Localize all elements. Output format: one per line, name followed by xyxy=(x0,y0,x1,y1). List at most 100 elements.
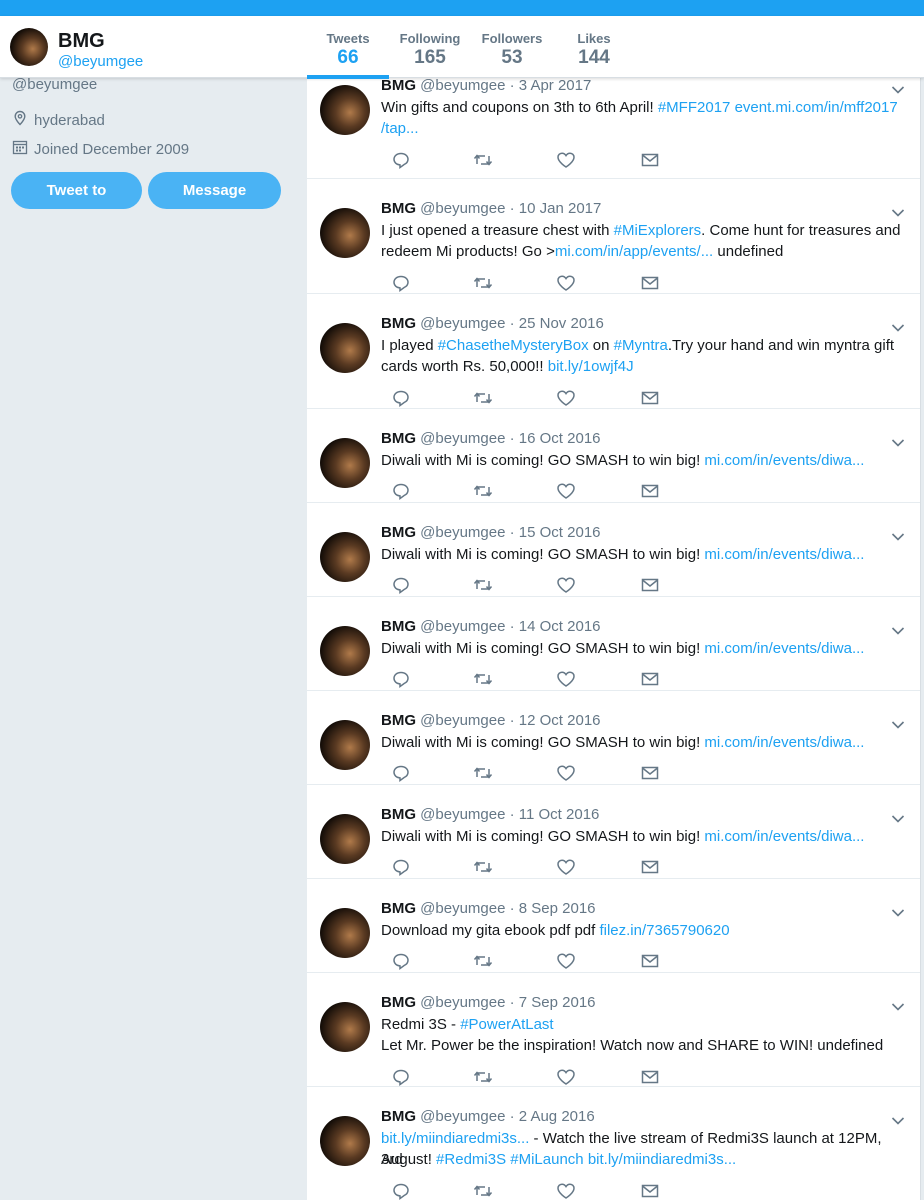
tweet-author-name[interactable]: BMG xyxy=(381,524,416,541)
tweet-meta[interactable]: @beyumgee · 14 Oct 2016 xyxy=(420,618,600,635)
like-icon[interactable] xyxy=(556,764,576,782)
tweet-avatar[interactable] xyxy=(320,720,370,770)
tweet-link[interactable]: #Redmi3S xyxy=(436,1151,506,1168)
chevron-down-icon[interactable] xyxy=(891,320,905,332)
like-icon[interactable] xyxy=(556,482,576,500)
tweet-meta[interactable]: @beyumgee · 2 Aug 2016 xyxy=(420,1108,595,1125)
profile-name[interactable]: BMG xyxy=(58,30,105,53)
tweet-to-button[interactable]: Tweet to xyxy=(11,172,142,209)
tweet-item[interactable]: BMG @beyumgee · 11 Oct 2016 Diwali with M… xyxy=(307,785,920,879)
reply-icon[interactable] xyxy=(391,858,411,876)
tweet-link[interactable]: mi.com/in/app/events/... xyxy=(555,243,713,260)
direct-message-icon[interactable] xyxy=(640,576,660,594)
tab-tweets[interactable]: Tweets 66 xyxy=(307,16,389,79)
tweet-meta[interactable]: @beyumgee · 10 Jan 2017 xyxy=(420,200,601,217)
direct-message-icon[interactable] xyxy=(640,1182,660,1200)
tweet-link[interactable]: #MiLaunch xyxy=(510,1151,583,1168)
tweet-item[interactable]: BMG @beyumgee · 8 Sep 2016 Download my gi… xyxy=(307,879,920,973)
tweet-author-name[interactable]: BMG xyxy=(381,994,416,1011)
profile-handle[interactable]: @beyumgee xyxy=(58,53,143,70)
chevron-down-icon[interactable] xyxy=(891,435,905,447)
tweet-author-name[interactable]: BMG xyxy=(381,900,416,917)
tweet-author-name[interactable]: BMG xyxy=(381,430,416,447)
tweet-meta[interactable]: @beyumgee · 8 Sep 2016 xyxy=(420,900,595,917)
message-button[interactable]: Message xyxy=(148,172,281,209)
chevron-down-icon[interactable] xyxy=(891,717,905,729)
tweet-meta[interactable]: @beyumgee · 25 Nov 2016 xyxy=(420,315,604,332)
tweet-link[interactable]: bit.ly/miindiaredmi3s... xyxy=(381,1130,529,1147)
retweet-icon[interactable] xyxy=(473,1182,493,1200)
retweet-icon[interactable] xyxy=(473,151,493,169)
tweet-link[interactable]: mi.com/in/events/diwa... xyxy=(704,640,864,657)
chevron-down-icon[interactable] xyxy=(891,82,905,94)
chevron-down-icon[interactable] xyxy=(891,623,905,635)
tweet-avatar[interactable] xyxy=(320,323,370,373)
tweet-avatar[interactable] xyxy=(320,626,370,676)
tweet-item[interactable]: BMG @beyumgee · 7 Sep 2016 Redmi 3S - #Po… xyxy=(307,973,920,1087)
tweet-avatar[interactable] xyxy=(320,814,370,864)
tweet-item[interactable]: BMG @beyumgee · 10 Jan 2017 I just opened… xyxy=(307,179,920,294)
tweet-author-name[interactable]: BMG xyxy=(381,618,416,635)
direct-message-icon[interactable] xyxy=(640,952,660,970)
tweet-author-name[interactable]: BMG xyxy=(381,200,416,217)
tab-likes[interactable]: Likes 144 xyxy=(553,16,635,78)
like-icon[interactable] xyxy=(556,1068,576,1086)
tweet-meta[interactable]: @beyumgee · 12 Oct 2016 xyxy=(420,712,600,729)
direct-message-icon[interactable] xyxy=(640,858,660,876)
chevron-down-icon[interactable] xyxy=(891,999,905,1011)
tweet-link[interactable]: mi.com/in/events/diwa... xyxy=(704,734,864,751)
reply-icon[interactable] xyxy=(391,389,411,407)
chevron-down-icon[interactable] xyxy=(891,811,905,823)
tweet-author-name[interactable]: BMG xyxy=(381,712,416,729)
direct-message-icon[interactable] xyxy=(640,1068,660,1086)
like-icon[interactable] xyxy=(556,858,576,876)
tweet-meta[interactable]: @beyumgee · 11 Oct 2016 xyxy=(420,806,599,823)
retweet-icon[interactable] xyxy=(473,1068,493,1086)
like-icon[interactable] xyxy=(556,670,576,688)
tweet-link[interactable]: #MFF2017 xyxy=(658,99,731,116)
tweet-author-name[interactable]: BMG xyxy=(381,806,416,823)
reply-icon[interactable] xyxy=(391,274,411,292)
tweet-link[interactable]: #MiExplorers xyxy=(614,222,702,239)
tweet-link[interactable]: #Myntra xyxy=(614,337,668,354)
reply-icon[interactable] xyxy=(391,670,411,688)
retweet-icon[interactable] xyxy=(473,482,493,500)
like-icon[interactable] xyxy=(556,151,576,169)
retweet-icon[interactable] xyxy=(473,952,493,970)
tweet-link[interactable]: #ChasetheMysteryBox xyxy=(438,337,589,354)
retweet-icon[interactable] xyxy=(473,670,493,688)
tweet-meta[interactable]: @beyumgee · 16 Oct 2016 xyxy=(420,430,600,447)
direct-message-icon[interactable] xyxy=(640,670,660,688)
reply-icon[interactable] xyxy=(391,952,411,970)
tweet-meta[interactable]: @beyumgee · 15 Oct 2016 xyxy=(420,524,600,541)
tweet-item[interactable]: BMG @beyumgee · 12 Oct 2016 Diwali with M… xyxy=(307,691,920,785)
tweet-author-name[interactable]: BMG xyxy=(381,1108,416,1125)
tab-following[interactable]: Following 165 xyxy=(389,16,471,78)
reply-icon[interactable] xyxy=(391,576,411,594)
tab-followers[interactable]: Followers 53 xyxy=(471,16,553,78)
reply-icon[interactable] xyxy=(391,1068,411,1086)
chevron-down-icon[interactable] xyxy=(891,205,905,217)
tweet-item[interactable]: BMG @beyumgee · 15 Oct 2016 Diwali with M… xyxy=(307,503,920,597)
retweet-icon[interactable] xyxy=(473,274,493,292)
tweet-meta[interactable]: @beyumgee · 3 Apr 2017 xyxy=(420,78,591,94)
tweet-link[interactable]: event.mi.com/in/mff2017 xyxy=(735,99,898,116)
tweet-avatar[interactable] xyxy=(320,208,370,258)
tweet-link[interactable]: filez.in/7365790620 xyxy=(599,922,729,939)
retweet-icon[interactable] xyxy=(473,389,493,407)
tweet-avatar[interactable] xyxy=(320,438,370,488)
tweet-author-name[interactable]: BMG xyxy=(381,78,416,94)
tweet-link[interactable]: #PowerAtLast xyxy=(460,1016,553,1033)
like-icon[interactable] xyxy=(556,1182,576,1200)
tweet-item[interactable]: BMG @beyumgee · 3 Apr 2017 Win gifts and … xyxy=(307,78,920,179)
tweet-link[interactable]: mi.com/in/events/diwa... xyxy=(704,828,864,845)
tweet-meta[interactable]: @beyumgee · 7 Sep 2016 xyxy=(420,994,595,1011)
tweet-link[interactable]: mi.com/in/events/diwa... xyxy=(704,452,864,469)
like-icon[interactable] xyxy=(556,274,576,292)
tweet-item[interactable]: BMG @beyumgee · 14 Oct 2016 Diwali with M… xyxy=(307,597,920,691)
direct-message-icon[interactable] xyxy=(640,764,660,782)
like-icon[interactable] xyxy=(556,576,576,594)
tweet-avatar[interactable] xyxy=(320,1002,370,1052)
direct-message-icon[interactable] xyxy=(640,151,660,169)
chevron-down-icon[interactable] xyxy=(891,529,905,541)
